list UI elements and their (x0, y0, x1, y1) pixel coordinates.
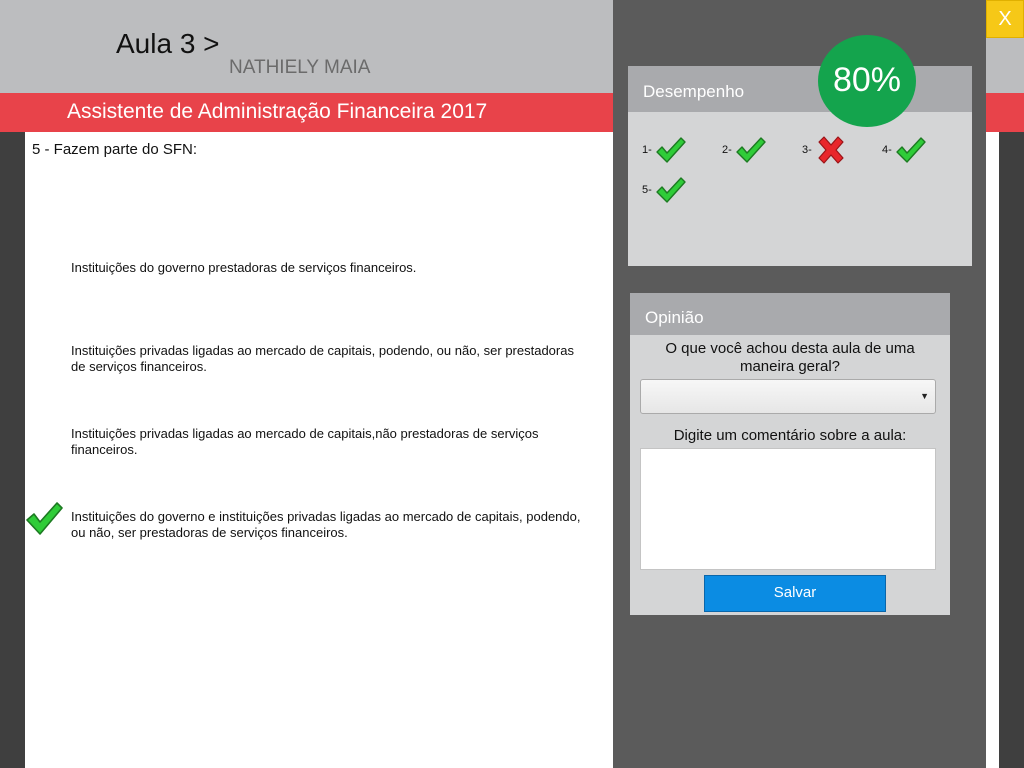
answer-option-2[interactable]: Instituições privadas ligadas ao mercado… (71, 343, 591, 375)
performance-item-label: 2- (722, 144, 732, 156)
correct-answer-check-icon (26, 502, 63, 535)
check-icon (736, 137, 766, 163)
answer-option-1[interactable]: Instituições do governo prestadoras de s… (71, 260, 591, 276)
question-text: 5 - Fazem parte do SFN: (32, 141, 198, 158)
performance-item-label: 4- (882, 144, 892, 156)
dropdown-arrow-icon: ▼ (920, 391, 929, 401)
score-badge: 80% (818, 35, 916, 127)
answer-option-3[interactable]: Instituições privadas ligadas ao mercado… (71, 426, 591, 458)
student-name: NATHIELY MAIA (229, 57, 371, 78)
rating-select[interactable]: ▼ (640, 379, 936, 414)
performance-item-label: 3- (802, 144, 812, 156)
opinion-question: O que você achou desta aula de uma manei… (665, 340, 915, 375)
check-icon (656, 137, 686, 163)
course-title: Assistente de Administração Financeira 2… (67, 100, 488, 123)
lesson-title: Aula 3 > (116, 28, 220, 59)
performance-item-label: 5- (642, 184, 652, 196)
save-button[interactable]: Salvar (704, 575, 886, 612)
performance-title: Desempenho (643, 82, 745, 101)
opinion-header: Opinião (630, 293, 950, 335)
opinion-title: Opinião (645, 308, 704, 327)
comment-textarea[interactable] (640, 448, 936, 570)
check-icon (656, 177, 686, 203)
answer-option-4[interactable]: Instituições do governo e instituições p… (71, 509, 591, 541)
opinion-card: Opinião O que você achou desta aula de u… (630, 293, 950, 615)
left-margin (0, 132, 25, 768)
comment-label: Digite um comentário sobre a aula: (673, 427, 907, 444)
right-margin (999, 132, 1024, 768)
right-white-strip (986, 132, 999, 768)
performance-item-label: 1- (642, 144, 652, 156)
close-button[interactable]: X (986, 0, 1024, 38)
performance-card: Desempenho 1- 2- 3- 4- 5- (628, 66, 972, 266)
performance-header: Desempenho (628, 66, 972, 112)
check-icon (896, 137, 926, 163)
cross-icon (818, 136, 844, 164)
